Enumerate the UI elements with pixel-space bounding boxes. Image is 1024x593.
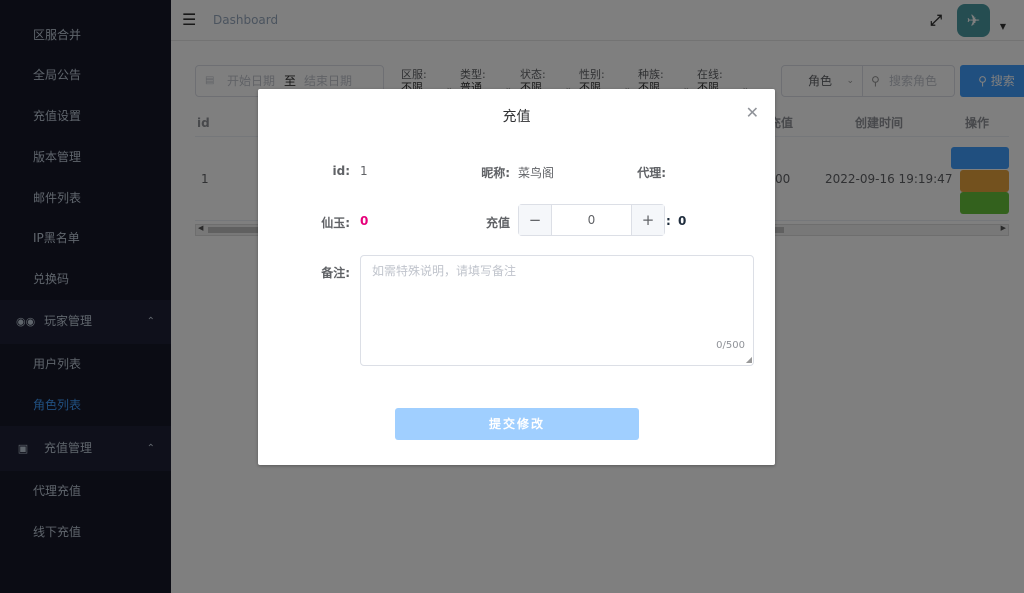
recharge-amount-input[interactable]: 0 — [552, 205, 631, 235]
plus-icon[interactable]: + — [631, 205, 664, 235]
result-colon: : — [666, 214, 671, 228]
remark-textarea[interactable]: 如需特殊说明，请填写备注 0/500 ◢ — [360, 255, 754, 366]
resize-grip-icon[interactable]: ◢ — [746, 355, 752, 364]
recharge-label: 充值 — [485, 216, 510, 230]
remark-label: 备注: — [321, 266, 350, 280]
nickname-value: 菜鸟阁 — [518, 166, 555, 180]
dialog-title: 充值 — [502, 109, 531, 125]
xianyu-label: 仙玉: — [321, 216, 350, 230]
result-value: 0 — [678, 214, 687, 228]
submit-button[interactable]: 提交修改 — [395, 408, 639, 440]
minus-icon[interactable]: − — [519, 205, 552, 235]
recharge-amount-stepper[interactable]: − 0 + — [518, 204, 665, 236]
remark-char-count: 0/500 — [716, 340, 745, 351]
remark-placeholder: 如需特殊说明，请填写备注 — [372, 264, 517, 278]
agent-label: 代理: — [637, 166, 666, 180]
id-label: id: — [332, 164, 350, 178]
nickname-label: 昵称: — [481, 166, 510, 180]
id-value: 1 — [360, 164, 368, 178]
xianyu-value: 0 — [360, 214, 369, 228]
recharge-dialog: 充值 ✕ id: 1 昵称: 菜鸟阁 代理: 仙玉: 0 充值 − 0 + : … — [258, 89, 775, 465]
close-icon[interactable]: ✕ — [746, 103, 759, 122]
